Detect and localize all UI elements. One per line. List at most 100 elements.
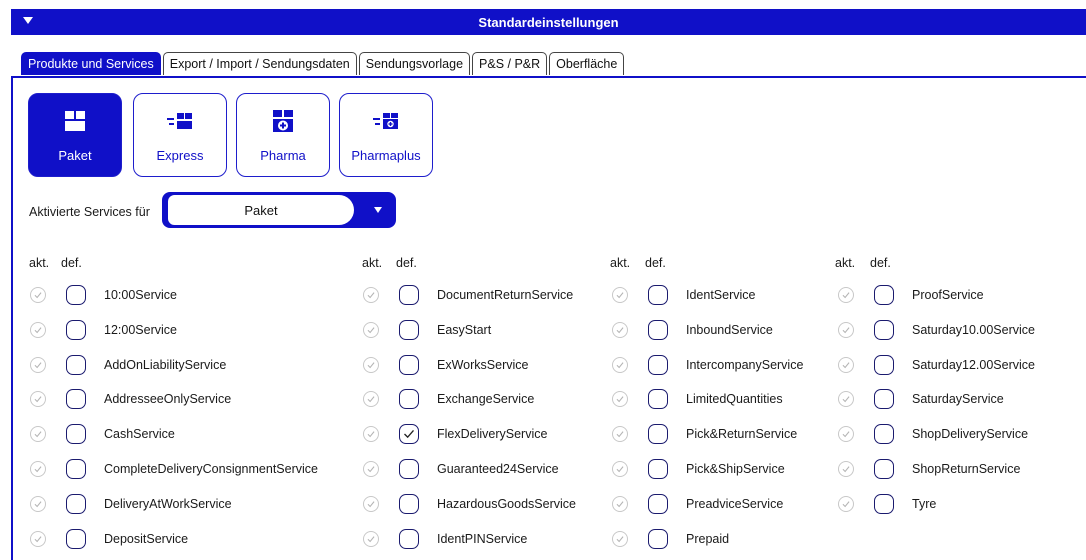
tab-sendungsvorlage[interactable]: Sendungsvorlage [358, 52, 471, 75]
def-checkbox[interactable] [874, 285, 894, 305]
def-checkbox[interactable] [874, 493, 894, 514]
akt-checkbox[interactable] [838, 391, 854, 408]
def-checkbox[interactable] [874, 424, 894, 445]
akt-checkbox[interactable] [612, 356, 628, 373]
def-checkbox[interactable] [648, 354, 668, 375]
service-row: 12:00Service [30, 319, 177, 341]
akt-checkbox[interactable] [363, 321, 379, 338]
service-name: InboundService [686, 322, 773, 337]
akt-checkbox[interactable] [612, 530, 628, 547]
service-row: LimitedQuantities [612, 388, 783, 410]
tab-export-import[interactable]: Export / Import / Sendungsdaten [162, 52, 357, 75]
akt-checkbox[interactable] [612, 461, 628, 477]
def-checkbox[interactable] [648, 285, 668, 305]
akt-checkbox[interactable] [612, 495, 628, 512]
pharmaplus-package-icon [373, 108, 399, 134]
service-row: ExchangeService [363, 388, 534, 410]
def-checkbox[interactable] [399, 285, 419, 305]
def-checkbox[interactable] [874, 319, 894, 340]
product-button-paket[interactable]: Paket [28, 93, 122, 177]
def-checkbox[interactable] [399, 459, 419, 479]
akt-checkbox[interactable] [838, 356, 854, 373]
def-checkbox[interactable] [399, 424, 419, 445]
akt-checkbox[interactable] [838, 495, 854, 512]
akt-checkbox[interactable] [838, 287, 854, 303]
akt-checkbox[interactable] [363, 356, 379, 373]
def-checkbox[interactable] [399, 389, 419, 410]
product-button-pharma[interactable]: Pharma [236, 93, 330, 177]
chevron-down-icon[interactable] [374, 207, 382, 213]
akt-checkbox[interactable] [363, 530, 379, 547]
akt-checkbox[interactable] [30, 530, 46, 547]
def-checkbox[interactable] [874, 389, 894, 410]
akt-checkbox[interactable] [30, 356, 46, 373]
service-row: ShopReturnService [838, 458, 1020, 480]
section-title: Standardeinstellungen [478, 14, 619, 30]
def-checkbox[interactable] [399, 493, 419, 514]
tab-bar: Produkte und Services Export / Import / … [21, 52, 626, 76]
def-checkbox[interactable] [648, 493, 668, 514]
service-row: Pick&ReturnService [612, 423, 797, 445]
service-name: IntercompanyService [686, 357, 804, 372]
akt-checkbox[interactable] [363, 287, 379, 303]
akt-checkbox[interactable] [30, 426, 46, 443]
def-checkbox[interactable] [874, 354, 894, 375]
service-name: DepositService [104, 531, 189, 546]
def-checkbox[interactable] [399, 528, 419, 549]
def-checkbox[interactable] [648, 424, 668, 445]
def-checkbox[interactable] [66, 285, 86, 305]
akt-checkbox[interactable] [612, 287, 628, 303]
akt-header: akt. [610, 256, 631, 270]
service-name: IdentPINService [437, 531, 528, 546]
def-checkbox[interactable] [648, 319, 668, 340]
def-checkbox[interactable] [399, 319, 419, 340]
akt-checkbox[interactable] [30, 287, 46, 303]
akt-checkbox[interactable] [612, 321, 628, 338]
def-checkbox[interactable] [648, 389, 668, 410]
def-checkbox[interactable] [66, 319, 86, 340]
akt-checkbox[interactable] [30, 321, 46, 338]
product-select-value: Paket [168, 195, 354, 225]
service-name: DeliveryAtWorkService [104, 496, 232, 511]
akt-checkbox[interactable] [838, 321, 854, 338]
service-row: DocumentReturnService [363, 284, 573, 306]
tab-oberflaeche[interactable]: Oberfläche [549, 52, 625, 75]
def-checkbox[interactable] [399, 354, 419, 375]
tab-ps-pr[interactable]: P&S / P&R [472, 52, 548, 75]
def-checkbox[interactable] [66, 493, 86, 514]
section-header[interactable]: Standardeinstellungen [11, 9, 1086, 35]
akt-checkbox[interactable] [363, 426, 379, 443]
service-name: Guaranteed24Service [437, 462, 559, 476]
akt-checkbox[interactable] [363, 391, 379, 408]
akt-checkbox[interactable] [363, 495, 379, 512]
product-label: Paket [58, 148, 92, 163]
akt-checkbox[interactable] [30, 461, 46, 477]
product-label: Pharmaplus [351, 148, 421, 163]
service-name: FlexDeliveryService [437, 427, 548, 442]
akt-checkbox[interactable] [363, 461, 379, 477]
collapse-triangle-icon[interactable] [23, 17, 33, 24]
service-name: IdentService [686, 288, 756, 302]
service-row: Prepaid [612, 528, 729, 550]
akt-checkbox[interactable] [30, 495, 46, 512]
service-row: 10:00Service [30, 284, 177, 306]
def-checkbox[interactable] [66, 389, 86, 410]
def-checkbox[interactable] [66, 528, 86, 549]
akt-checkbox[interactable] [30, 391, 46, 408]
def-checkbox[interactable] [66, 459, 86, 479]
akt-checkbox[interactable] [838, 426, 854, 443]
tab-produkte-und-services[interactable]: Produkte und Services [21, 52, 161, 75]
def-checkbox[interactable] [648, 459, 668, 479]
product-button-express[interactable]: Express [133, 93, 227, 177]
def-checkbox[interactable] [648, 528, 668, 549]
service-name: ExchangeService [437, 392, 535, 407]
def-checkbox[interactable] [874, 459, 894, 479]
def-checkbox[interactable] [66, 424, 86, 445]
def-checkbox[interactable] [66, 354, 86, 375]
akt-checkbox[interactable] [838, 461, 854, 477]
product-select[interactable]: Paket [162, 192, 396, 228]
akt-checkbox[interactable] [612, 391, 628, 408]
service-name: Pick&ShipService [686, 462, 785, 476]
akt-checkbox[interactable] [612, 426, 628, 443]
product-button-pharmaplus[interactable]: Pharmaplus [339, 93, 433, 177]
